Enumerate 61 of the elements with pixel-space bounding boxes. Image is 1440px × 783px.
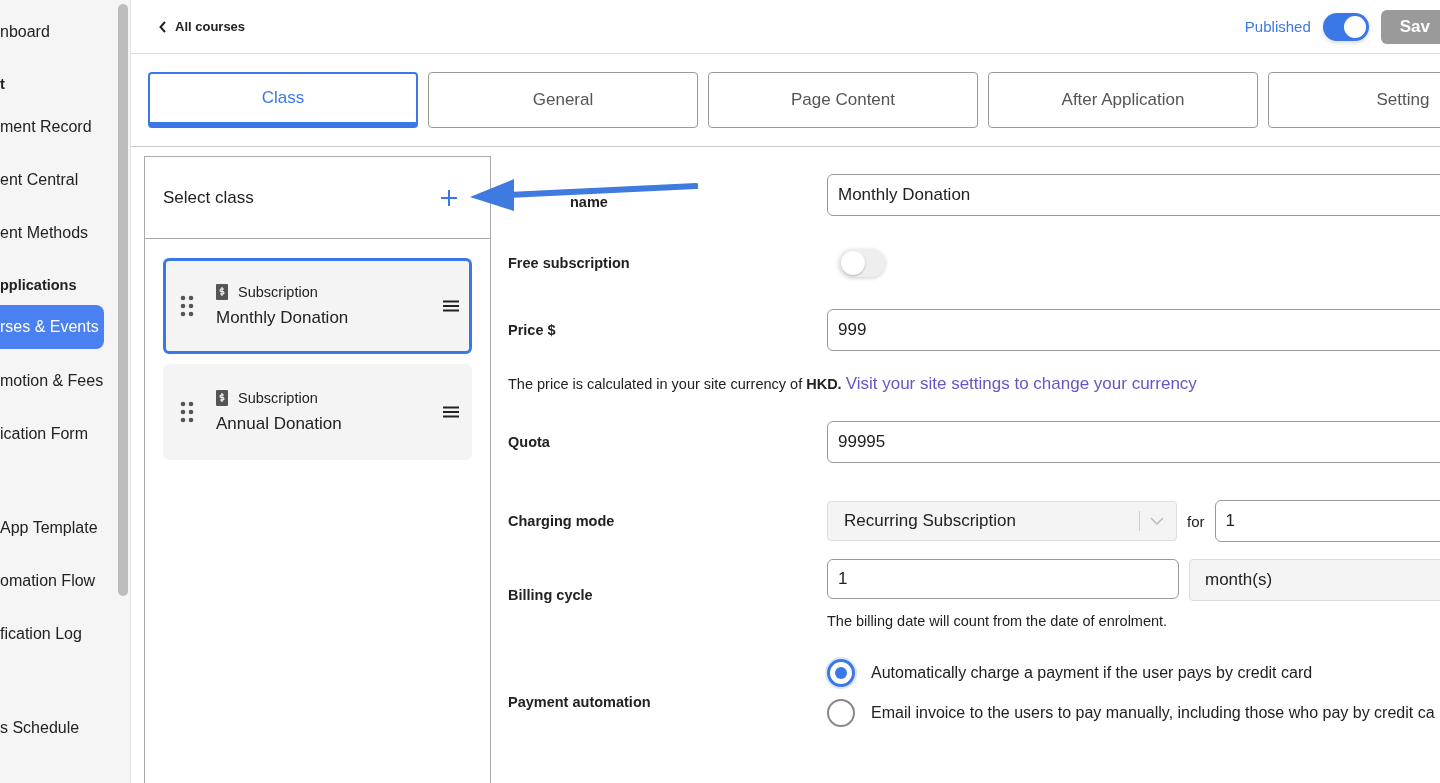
billing-count-field[interactable]: 1	[827, 559, 1179, 599]
sidebar-item[interactable]: ent Central	[0, 153, 115, 206]
class-name: Annual Donation	[216, 414, 343, 434]
class-name: Monthly Donation	[216, 308, 350, 328]
menu-icon[interactable]	[443, 300, 459, 312]
sidebar-heading: t	[0, 75, 6, 94]
sidebar-item[interactable]: fication Log	[0, 607, 115, 660]
sidebar-item[interactable]: rses & Events	[0, 305, 104, 349]
radio-button[interactable]	[827, 699, 855, 727]
sidebar-item[interactable]: s Schedule	[0, 701, 115, 754]
receipt-icon	[216, 284, 228, 300]
class-card[interactable]: Subscription Monthly Donation	[163, 258, 472, 354]
panel-title: Select class	[163, 187, 254, 208]
radio-button[interactable]	[827, 659, 855, 687]
sidebar-item[interactable]: motion & Fees	[0, 354, 115, 407]
field-label: Billing cycle	[508, 587, 594, 603]
sidebar-item[interactable]: ment Record	[0, 100, 115, 153]
tab[interactable]: Class	[148, 72, 418, 128]
field-label: name	[570, 194, 608, 210]
for-count-field[interactable]: 1	[1214, 500, 1440, 542]
price-field[interactable]: 999	[827, 309, 1440, 351]
field-label: Price $	[508, 322, 557, 338]
tab[interactable]: General	[428, 72, 698, 128]
menu-icon[interactable]	[443, 406, 459, 418]
sidebar-heading: pplications	[0, 276, 78, 295]
sidebar-item[interactable]: nboard	[0, 5, 115, 58]
published-label: Published	[1244, 18, 1311, 35]
product-name-field[interactable]: Monthly Donation	[827, 174, 1440, 216]
published-toggle[interactable]	[1322, 12, 1369, 41]
field-label: Charging mode	[508, 513, 616, 529]
sidebar-item[interactable]: ication Form	[0, 407, 115, 460]
site-settings-link[interactable]: Visit your site settings to change your currency	[845, 374, 1197, 394]
charging-mode-select[interactable]: Recurring Subscription	[827, 501, 1177, 541]
field-label: Free subscription	[508, 255, 631, 271]
drag-handle-icon[interactable]	[180, 295, 194, 317]
billing-unit-select[interactable]: month(s)	[1189, 559, 1440, 601]
radio-option[interactable]: Email invoice to the users to pay manually, including those who pay by credit ca	[827, 699, 1435, 727]
drag-handle-icon[interactable]	[180, 401, 194, 423]
tab[interactable]: After Application	[988, 72, 1258, 128]
chevron-down-icon	[1150, 517, 1164, 525]
back-link[interactable]: All courses	[159, 19, 246, 34]
sidebar-item[interactable]: ent Methods	[0, 206, 115, 259]
for-label: for	[1187, 512, 1205, 530]
tab[interactable]: Setting	[1268, 72, 1440, 128]
field-label: Payment automation	[508, 694, 652, 710]
chevron-left-icon	[159, 20, 167, 33]
billing-note: The billing date will count from the date of enrolment.	[827, 613, 1169, 629]
tab[interactable]: Page Content	[708, 72, 978, 128]
class-card[interactable]: Subscription Annual Donation	[163, 364, 472, 460]
class-type: Subscription	[238, 284, 318, 300]
currency-note: The price is calculated in your site currency of HKD.	[508, 376, 842, 392]
field-label: Quota	[508, 434, 551, 450]
receipt-icon	[216, 390, 228, 406]
add-icon[interactable]	[440, 188, 458, 207]
free-subscription-toggle[interactable]	[839, 249, 885, 277]
scrollbar[interactable]	[118, 4, 128, 596]
sidebar-item[interactable]: App Template	[0, 501, 115, 554]
radio-option[interactable]: Automatically charge a payment if the user pays by credit card	[827, 659, 1435, 687]
class-type: Subscription	[238, 390, 318, 406]
quota-field[interactable]: 99995	[827, 421, 1440, 463]
sidebar-item[interactable]: omation Flow	[0, 554, 115, 607]
